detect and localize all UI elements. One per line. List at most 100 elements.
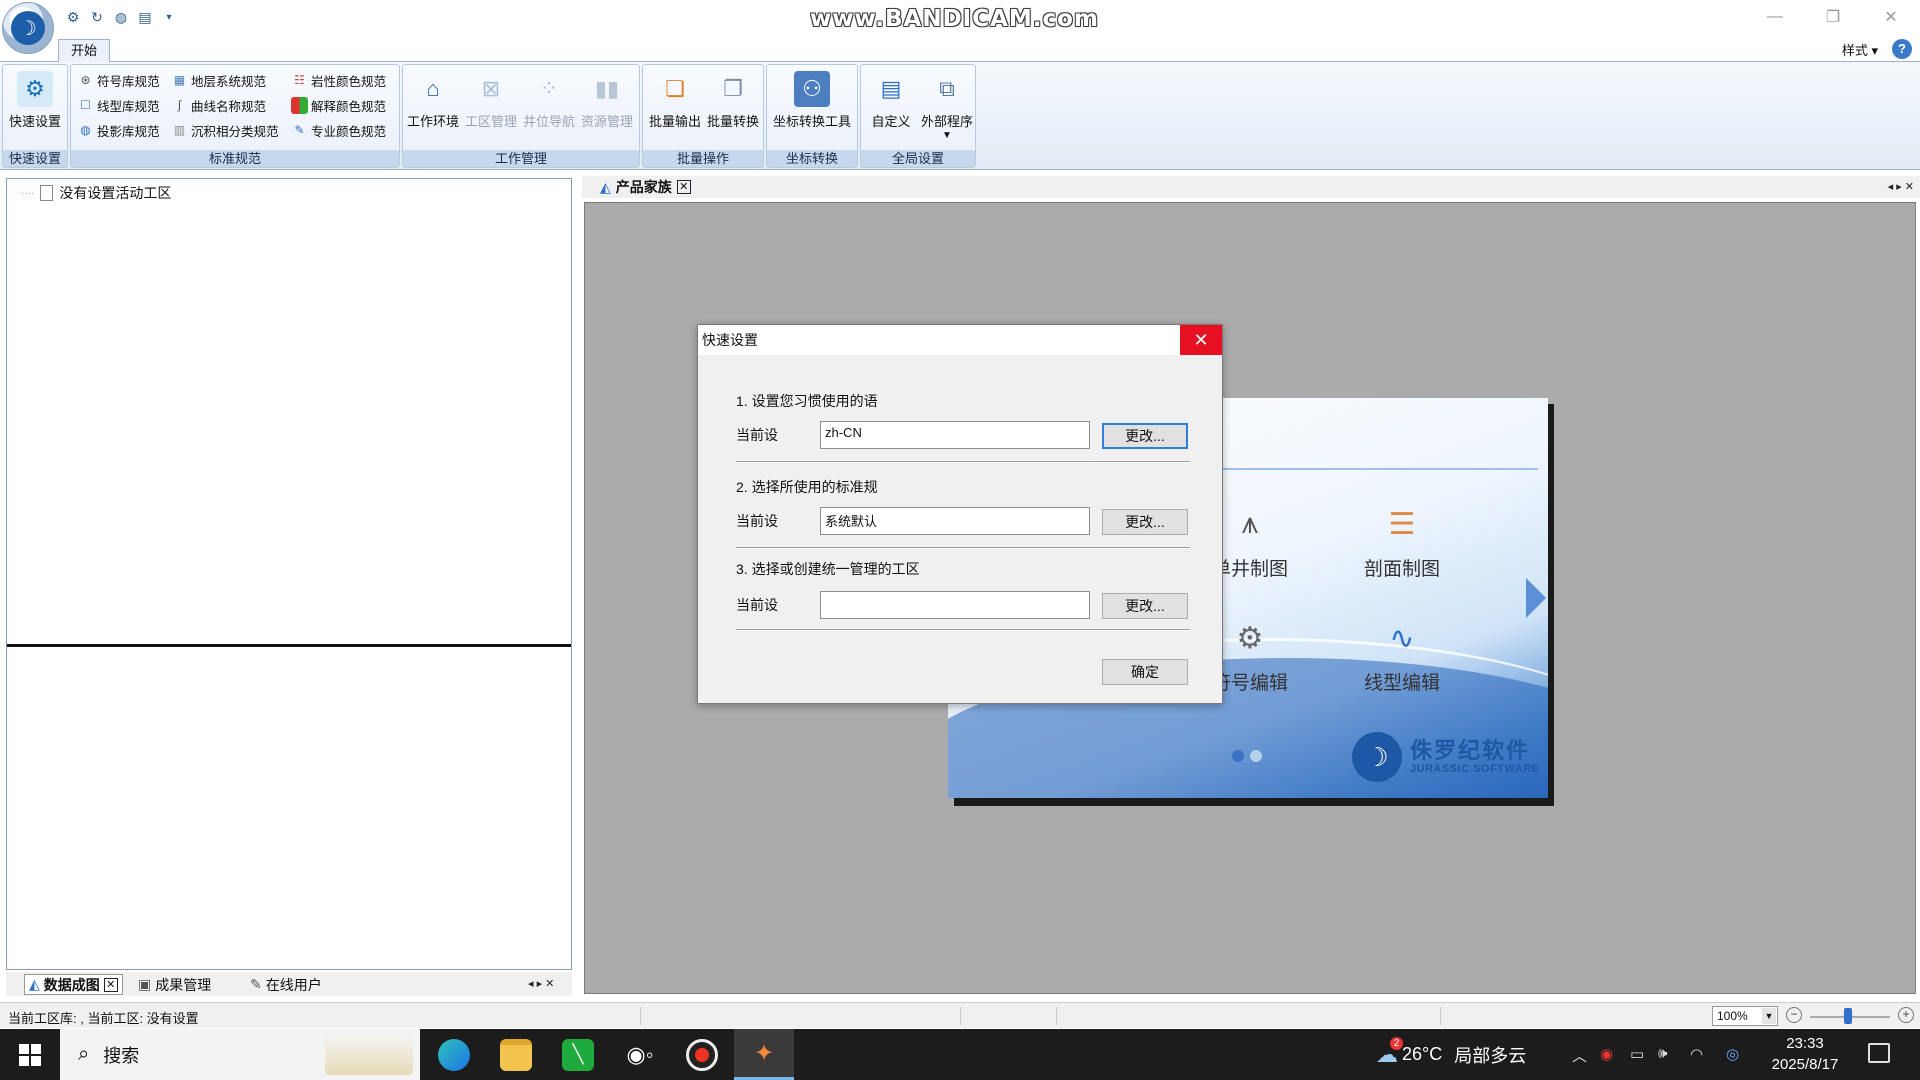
facies-icon: ▥ [173, 123, 186, 137]
carousel-dot[interactable] [1250, 750, 1262, 762]
section-icon: ☰ [1388, 507, 1416, 541]
status-divider [1056, 1007, 1057, 1025]
change-workarea-button[interactable]: 更改... [1102, 593, 1188, 619]
coordinate-tool-button[interactable]: ⚇ 坐标转换工具 [769, 69, 855, 130]
title-bar: ☽ ⚙ ↻ ◍ ▤ ▾ www.BANDICAM.com — ❐ ✕ [0, 0, 1920, 54]
customize-button[interactable]: ▤ 自定义 [863, 69, 919, 130]
start-button[interactable] [0, 1029, 60, 1080]
pane-nav-arrows[interactable]: ◂ ▸ ✕ [528, 977, 554, 990]
lithology-color-standard-button[interactable]: ☷ 岩性颜色规范 [291, 69, 386, 91]
dialog-close-button[interactable]: ✕ [1180, 325, 1222, 355]
workarea-field[interactable] [820, 591, 1090, 619]
gear-icon[interactable]: ⚙ [64, 8, 82, 26]
language-field[interactable]: zh-CN [820, 421, 1090, 449]
carousel-dot[interactable] [1232, 750, 1244, 762]
palette-icon [291, 96, 308, 114]
file-explorer-icon[interactable] [486, 1029, 546, 1080]
status-divider [640, 1007, 641, 1025]
wechat-icon[interactable]: ◉◦ [610, 1029, 670, 1080]
tab-results-management[interactable]: ▣ 成果管理 [134, 974, 215, 995]
clock-date: 2025/8/17 [1771, 1056, 1839, 1073]
sedimentary-facies-standard-button[interactable]: ▥ 沉积相分类规范 [171, 119, 279, 141]
help-icon[interactable]: ? [1892, 39, 1912, 59]
carousel-dots [1232, 750, 1262, 762]
notification-icon[interactable] [1868, 1043, 1890, 1063]
tab-product-family-label: 产品家族 [615, 179, 672, 195]
external-program-button[interactable]: ⧉ 外部程序 ▼ [919, 69, 975, 141]
qat-dropdown-icon[interactable]: ▾ [160, 8, 178, 26]
style-menu[interactable]: 样式 ▾ [1842, 40, 1878, 59]
curve-name-standard-button[interactable]: ∫ 曲线名称规范 [171, 94, 266, 116]
style-menu-label: 样式 [1841, 43, 1868, 58]
standard-field[interactable]: 系统默认 [820, 507, 1090, 535]
close-window-button[interactable]: ✕ [1862, 0, 1920, 34]
batch-output-label: 批量输出 [648, 114, 701, 129]
record-tray-icon[interactable]: ◉ [1600, 1045, 1613, 1063]
projection-library-standard-button[interactable]: ◍ 投影库规范 [77, 119, 159, 141]
brush-icon: ✎ [294, 123, 305, 137]
interpretation-color-standard-button[interactable]: 解释颜色规范 [291, 94, 386, 116]
tab-product-family[interactable]: ◭ 产品家族 ✕ [600, 176, 691, 198]
zoom-out-icon[interactable]: − [1786, 1007, 1802, 1023]
tab-start[interactable]: 开始 [58, 39, 110, 63]
tile-linetype-edit[interactable]: ∿ 线型编辑 [1342, 616, 1462, 695]
globe-icon[interactable]: ◍ [112, 8, 130, 26]
recording-watermark: www.BANDICAM.com [810, 6, 1099, 32]
edge-icon[interactable] [424, 1029, 484, 1080]
professional-color-standard-button[interactable]: ✎ 专业颜色规范 [291, 119, 386, 141]
table-icon[interactable]: ▤ [136, 8, 154, 26]
tree-item-label: 没有设置活动工区 [59, 185, 172, 201]
restore-button[interactable]: ❐ [1804, 0, 1862, 34]
zoom-select[interactable]: 100% ▼ [1712, 1006, 1778, 1026]
battery-icon[interactable]: ▭ [1630, 1045, 1644, 1063]
tab-online-users[interactable]: ✎ 在线用户 [246, 974, 326, 995]
work-environment-button[interactable]: ⌂ 工作环境 [405, 69, 461, 130]
quick-setup-button[interactable]: ⚙ 快速设置 [7, 69, 63, 130]
tab-data-mapping[interactable]: ◭ 数据成图 ✕ [24, 974, 123, 995]
zoom-value: 100% [1717, 1009, 1748, 1023]
wifi-icon[interactable]: ◠ [1690, 1045, 1703, 1063]
green-app-icon[interactable]: ╲ [548, 1029, 608, 1080]
input-method-icon[interactable]: ◎ [1726, 1045, 1739, 1063]
zoom-slider-thumb[interactable] [1844, 1008, 1852, 1024]
stack-icon: ❏ [665, 76, 685, 101]
professional-color-standard-label: 专业颜色规范 [311, 124, 387, 139]
close-icon[interactable]: ✕ [676, 180, 691, 194]
bandicam-record-icon[interactable] [672, 1029, 732, 1080]
splash-divider [1218, 468, 1538, 470]
group-label-standards: 标准规范 [71, 150, 399, 167]
batch-convert-button[interactable]: ❐ 批量转换 [705, 69, 761, 130]
stratigraphy-standard-button[interactable]: ▦ 地层系统规范 [171, 69, 266, 91]
app-logo-icon: ☽ [11, 11, 45, 45]
refresh-icon[interactable]: ↻ [88, 8, 106, 26]
linetype-library-standard-button[interactable]: ☐ 线型库规范 [77, 94, 159, 116]
chevron-up-icon[interactable]: ︿ [1572, 1045, 1587, 1066]
zoom-in-icon[interactable]: + [1898, 1007, 1914, 1023]
quick-setup-dialog: 快速设置 ✕ 1. 设置您习惯使用的语 当前设 zh-CN 更改... 2. 选… [697, 324, 1223, 704]
close-icon[interactable]: ✕ [103, 977, 118, 992]
jurassic-app-icon[interactable]: ✦ [734, 1029, 794, 1080]
taskbar-clock[interactable]: 23:33 2025/8/17 [1760, 1033, 1850, 1075]
symbol-library-standard-button[interactable]: ⊛ 符号库规范 [77, 69, 159, 91]
well-navigation-button[interactable]: ⁘ 井位导航 [521, 69, 577, 130]
tile-section-mapping[interactable]: ☰ 剖面制图 [1342, 502, 1462, 581]
application-menu-button[interactable]: ☽ [2, 2, 54, 54]
next-arrow-icon[interactable] [1526, 578, 1546, 618]
minimize-button[interactable]: — [1746, 0, 1804, 34]
brand-name-en: JURASSIC SOFTWARE [1410, 763, 1540, 775]
record-logo [686, 1038, 718, 1071]
window-controls: — ❐ ✕ [1746, 0, 1920, 34]
weather-widget[interactable]: ☁ 2 26°C 局部多云 [1376, 1029, 1526, 1080]
group-work-management: ⌂ 工作环境 ⊠ 工区管理 ⁘ 井位导航 ▮▮ 资源管理 工作管理 [402, 64, 640, 168]
resource-management-button[interactable]: ▮▮ 资源管理 [579, 69, 635, 130]
tree-item-no-active-workarea[interactable]: ···· 没有设置活动工区 [21, 183, 171, 203]
change-standard-button[interactable]: 更改... [1102, 509, 1188, 535]
group-label-coordinate: 坐标转换 [767, 150, 857, 167]
batch-output-button[interactable]: ❏ 批量输出 [647, 69, 703, 130]
volume-icon[interactable]: 🕪 [1658, 1045, 1667, 1062]
work-area-management-button[interactable]: ⊠ 工区管理 [463, 69, 519, 130]
document-nav-arrows[interactable]: ◂ ▸ ✕ [1888, 180, 1914, 193]
ok-button[interactable]: 确定 [1102, 659, 1188, 685]
change-language-button[interactable]: 更改... [1102, 423, 1188, 449]
edit-icon: ✎ [250, 976, 262, 992]
